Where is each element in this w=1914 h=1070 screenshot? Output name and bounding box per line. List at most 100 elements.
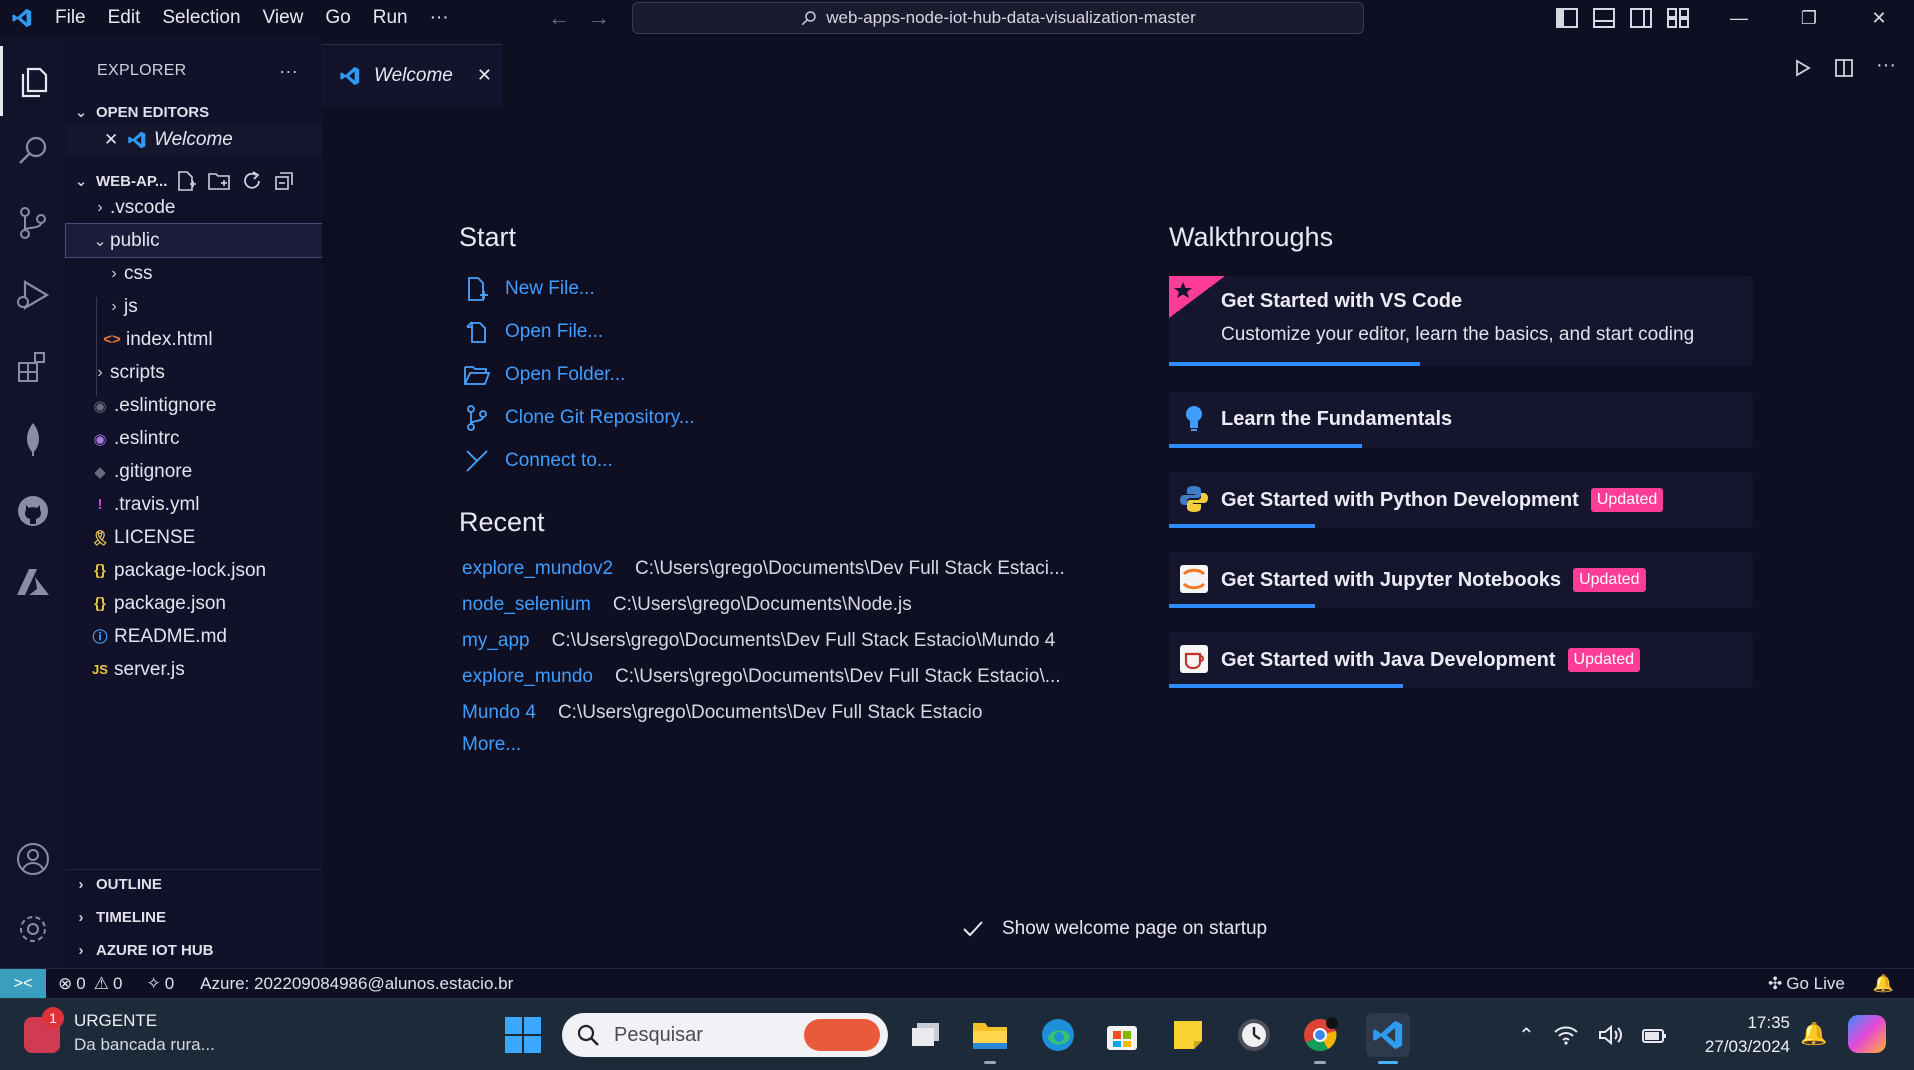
more-editor-actions-icon[interactable]: ··· — [1876, 54, 1896, 78]
run-icon[interactable] — [1792, 58, 1812, 78]
minimize-icon[interactable]: — — [1704, 0, 1774, 36]
tree-item-scripts[interactable]: › scripts — [66, 356, 322, 389]
toggle-panel-icon[interactable] — [1593, 8, 1615, 28]
clone-git-repository-link[interactable]: Clone Git Repository... — [463, 401, 695, 435]
tree-item-eslintrc[interactable]: ◉ .eslintrc — [66, 422, 322, 455]
ports-indicator[interactable]: ✧ 0 — [146, 974, 174, 994]
remote-indicator-icon[interactable]: >< — [0, 968, 46, 999]
azure-icon[interactable] — [0, 548, 66, 618]
recent-project-link[interactable]: explore_mundo — [462, 666, 593, 688]
menu-run[interactable]: Run — [362, 0, 419, 36]
checkbox-checked-icon[interactable] — [962, 919, 984, 939]
tree-item-vscode[interactable]: › .vscode — [66, 191, 322, 224]
copilot-icon[interactable] — [1848, 1015, 1886, 1053]
problems-indicator[interactable]: ⊗ 0 ⚠ 0 — [58, 974, 122, 994]
file-explorer-icon[interactable] — [968, 1013, 1012, 1064]
notifications-bell-icon[interactable]: 🔔 — [1873, 974, 1894, 994]
tree-item-license[interactable]: 🎗 LICENSE — [66, 521, 322, 554]
microsoft-store-icon[interactable] — [1100, 1013, 1144, 1057]
split-editor-icon[interactable] — [1834, 58, 1854, 78]
close-tab-icon[interactable]: ✕ — [477, 65, 492, 86]
menu-go[interactable]: Go — [314, 0, 361, 36]
github-icon[interactable] — [0, 476, 66, 546]
clock-app-icon[interactable] — [1232, 1013, 1276, 1057]
menu-file[interactable]: File — [44, 0, 97, 36]
notification-center-bell-icon[interactable]: 🔔 — [1800, 1021, 1827, 1047]
search-view-icon[interactable] — [0, 116, 66, 186]
toggle-primary-sidebar-icon[interactable] — [1556, 8, 1578, 28]
tree-item-travis[interactable]: ! .travis.yml — [66, 488, 322, 521]
taskbar-notification[interactable]: 1 URGENTE Da bancada rura... — [24, 1007, 215, 1055]
toggle-secondary-sidebar-icon[interactable] — [1630, 8, 1652, 28]
recent-project-link[interactable]: Mundo 4 — [462, 702, 536, 724]
accounts-icon[interactable] — [0, 824, 66, 894]
show-hidden-icons-chevron-icon[interactable]: ⌃ — [1518, 1023, 1535, 1048]
chrome-browser-icon[interactable] — [1298, 1013, 1342, 1064]
vscode-taskbar-icon[interactable] — [1366, 1013, 1410, 1064]
open-editor-welcome[interactable]: ✕ Welcome — [66, 123, 322, 156]
tree-item-package-json[interactable]: {} package.json — [66, 587, 322, 620]
walkthrough-card-jupyter[interactable]: Get Started with Jupyter Notebooks Updat… — [1169, 552, 1753, 608]
walkthrough-card-vscode[interactable]: Get Started with VS Code Customize your … — [1169, 276, 1753, 366]
taskbar-search[interactable]: Pesquisar — [562, 1013, 888, 1057]
tree-item-css[interactable]: › css — [66, 257, 322, 290]
recent-project-link[interactable]: explore_mundov2 — [462, 558, 613, 580]
tree-item-gitignore[interactable]: ◆ .gitignore — [66, 455, 322, 488]
sticky-notes-icon[interactable] — [1166, 1013, 1210, 1057]
settings-gear-icon[interactable] — [0, 894, 66, 964]
close-window-icon[interactable]: ✕ — [1844, 0, 1914, 36]
connect-to-link[interactable]: Connect to... — [463, 444, 613, 478]
open-folder-link[interactable]: Open Folder... — [463, 358, 625, 392]
edge-browser-icon[interactable] — [1036, 1013, 1080, 1057]
tab-welcome[interactable]: Welcome ✕ — [322, 44, 502, 106]
recent-project-link[interactable]: node_selenium — [462, 594, 591, 616]
recent-project-link[interactable]: my_app — [462, 630, 530, 652]
tree-item-js-folder[interactable]: › js — [66, 290, 322, 323]
show-on-startup-option[interactable]: Show welcome page on startup — [962, 918, 1267, 940]
new-folder-icon[interactable] — [207, 170, 231, 192]
run-debug-icon[interactable] — [0, 260, 66, 330]
tree-item-public[interactable]: ⌄ public — [65, 223, 323, 258]
command-center-search[interactable]: web-apps-node-iot-hub-data-visualization… — [632, 2, 1364, 34]
tree-item-readme[interactable]: ⓘ README.md — [66, 620, 322, 653]
menu-selection[interactable]: Selection — [151, 0, 251, 36]
explorer-sidebar: EXPLORER ··· ⌄ OPEN EDITORS ✕ Welcome ⌄ … — [65, 36, 323, 968]
extensions-icon[interactable] — [0, 332, 66, 402]
tree-item-eslintignore[interactable]: ◉ .eslintignore — [66, 389, 322, 422]
azure-account[interactable]: Azure: 202209084986@alunos.estacio.br — [200, 974, 513, 994]
tree-item-package-lock[interactable]: {} package-lock.json — [66, 554, 322, 587]
menu-more[interactable]: ··· — [419, 0, 460, 36]
outline-header[interactable]: › OUTLINE — [66, 869, 322, 899]
menu-view[interactable]: View — [252, 0, 315, 36]
azure-iot-hub-header[interactable]: › AZURE IOT HUB — [66, 935, 322, 965]
new-file-link[interactable]: New File... — [463, 272, 595, 306]
more-actions-icon[interactable]: ··· — [279, 61, 298, 82]
tree-item-server-js[interactable]: JS server.js — [66, 653, 322, 686]
menu-edit[interactable]: Edit — [97, 0, 152, 36]
task-view-icon[interactable] — [904, 1013, 948, 1057]
walkthrough-card-java[interactable]: Get Started with Java Development Update… — [1169, 632, 1753, 688]
back-arrow-icon[interactable]: ← — [548, 5, 570, 31]
windows-start-icon[interactable] — [505, 1017, 541, 1053]
source-control-icon[interactable] — [0, 188, 66, 258]
walkthrough-card-python[interactable]: Get Started with Python Development Upda… — [1169, 472, 1753, 528]
go-live-button[interactable]: ✣ Go Live — [1768, 974, 1845, 994]
explorer-icon[interactable] — [0, 46, 66, 116]
mongodb-leaf-icon[interactable] — [0, 404, 66, 474]
more-recent-link[interactable]: More... — [462, 734, 521, 756]
timeline-header[interactable]: › TIMELINE — [66, 902, 322, 932]
volume-icon[interactable] — [1597, 1024, 1623, 1046]
customize-layout-icon[interactable] — [1667, 8, 1689, 28]
wifi-icon[interactable] — [1553, 1024, 1579, 1046]
battery-icon[interactable] — [1641, 1024, 1669, 1046]
restore-icon[interactable]: ❐ — [1774, 0, 1844, 36]
new-file-icon[interactable] — [175, 170, 197, 192]
collapse-all-icon[interactable] — [273, 170, 295, 192]
walkthrough-card-fundamentals[interactable]: Learn the Fundamentals — [1169, 392, 1753, 448]
close-editor-icon[interactable]: ✕ — [104, 130, 124, 150]
tree-item-index-html[interactable]: <> index.html — [66, 323, 322, 356]
open-file-link[interactable]: Open File... — [463, 315, 603, 349]
forward-arrow-icon[interactable]: → — [588, 5, 610, 31]
refresh-icon[interactable] — [241, 170, 263, 192]
system-clock[interactable]: 17:35 27/03/2024 — [1690, 1011, 1790, 1059]
